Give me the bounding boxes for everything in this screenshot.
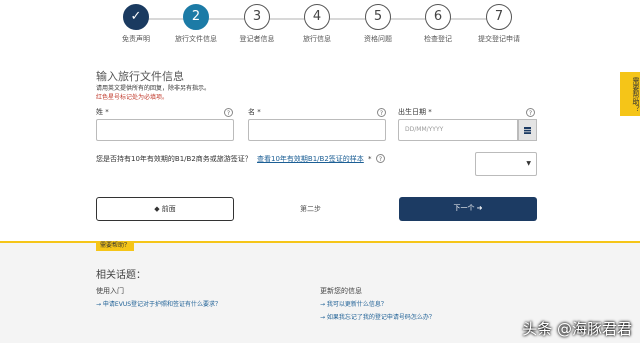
step-7: 7 提交登记申请 [459,4,539,44]
given-name-help-icon[interactable]: ? [377,108,386,117]
dob-label: 出生日期 * [398,108,432,116]
watermark: 头条 @海豚君君 [522,320,632,338]
given-name-input[interactable] [248,119,386,141]
step-2-circle: 2 [183,4,209,30]
visa-select[interactable]: ▼ [475,152,537,176]
step-3-circle: 3 [244,4,270,30]
step-1-circle: ✓ [123,4,149,30]
form-note: 请用英文提供所有的回复，除非另有指示。 [96,85,211,92]
visa-help-icon[interactable]: ? [376,154,385,163]
chevron-down-icon: ▼ [526,160,531,167]
dob-help-icon[interactable]: ? [526,108,535,117]
step-indicator: 第二步 [300,205,321,213]
visa-sample-link[interactable]: 查看10年有效期B1/B2签证的样本 [257,155,364,163]
step-6-circle: 6 [425,4,451,30]
update-info-title: 更新您的信息 [320,287,362,295]
footer-help-tab[interactable]: 需要帮助？ [96,241,135,251]
surname-label: 姓 * [96,108,109,116]
back-button[interactable]: ◆ 前面 [96,197,234,221]
forgot-number-link[interactable]: → 如果我忘记了我的登记申请号码怎么办？ [320,312,435,321]
next-button[interactable]: 下一个 ➜ [399,197,537,221]
side-help-tab[interactable]: 需要帮助？ [620,72,640,116]
related-topics-title: 相关话题： [96,270,146,281]
calendar-button[interactable] [518,119,537,141]
surname-input[interactable] [96,119,234,141]
visa-question-row: 您是否持有10年有效期的B1/B2商务或旅游签证？ 查看10年有效期B1/B2签… [96,154,372,164]
getting-started-title: 使用入门 [96,287,124,295]
visa-question-text: 您是否持有10年有效期的B1/B2商务或旅游签证？ [96,155,252,163]
step-5-circle: 5 [365,4,391,30]
visa-required-mark: * [368,155,372,163]
step-7-label: 提交登记申请 [478,35,520,43]
update-info-link[interactable]: → 我可以更新什么信息？ [320,299,387,308]
getting-started-link[interactable]: → 申请EVUS登记对于护照和签证有什么要求？ [96,299,221,308]
step-7-circle: 7 [486,4,512,30]
step-4-circle: 4 [304,4,330,30]
calendar-icon [524,127,531,134]
dob-input[interactable]: DD/MM/YYYY [398,119,518,141]
dob-placeholder: DD/MM/YYYY [405,126,444,133]
given-name-label: 名 * [248,108,261,116]
required-note: 红色星号标记处为必填项。 [96,94,169,101]
form-title: 输入旅行文件信息 [96,70,184,83]
surname-help-icon[interactable]: ? [224,108,233,117]
